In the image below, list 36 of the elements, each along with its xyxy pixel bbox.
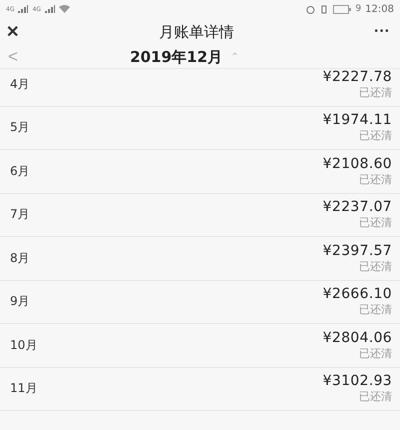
bill-month: 10月 [10,336,38,354]
bill-amount: ¥2108.60 [322,156,392,172]
bill-amount: ¥2237.07 [322,199,392,216]
bill-status: 已还清 [359,346,392,361]
bill-month: 9月 [10,293,30,310]
month-selector[interactable]: 2019年12月 ⌃ [130,48,239,66]
bill-status: 已还清 [359,128,392,144]
bill-amount: ¥2804.06 [322,330,392,346]
signal-icon [44,5,55,13]
bill-month: 8月 [10,250,30,267]
bill-amount: ¥1974.11 [322,112,392,128]
bill-status: 已还清 [359,389,392,404]
clock-time: 12:08 [365,4,394,14]
bill-month: 4月 [10,76,30,93]
bill-status: 已还清 [359,172,392,187]
signal-icon [18,5,28,13]
more-button[interactable]: ··· [370,23,394,41]
bill-amount: ¥3102.93 [322,373,392,390]
close-button[interactable]: ✕ [2,22,23,42]
page-title: 月账单详情 [158,22,235,42]
wifi-icon [58,5,70,13]
bill-month: 5月 [10,119,30,136]
bill-month: 6月 [10,162,30,180]
bill-amount: ¥2227.78 [322,68,392,85]
bill-status: 已还清 [359,302,392,318]
battery-icon [333,4,352,14]
bill-amount: ¥2397.57 [322,242,392,259]
vibrate-icon [319,4,330,14]
bill-status: 已还清 [359,215,392,230]
alarm-icon [306,4,316,14]
battery-level: 9 [355,4,362,14]
bill-status: 已还清 [359,84,392,100]
bill-status: 已还清 [359,258,392,274]
bill-month: 7月 [10,206,30,224]
bill-amount: ¥2666.10 [322,286,392,302]
bill-month: 11月 [10,380,38,398]
